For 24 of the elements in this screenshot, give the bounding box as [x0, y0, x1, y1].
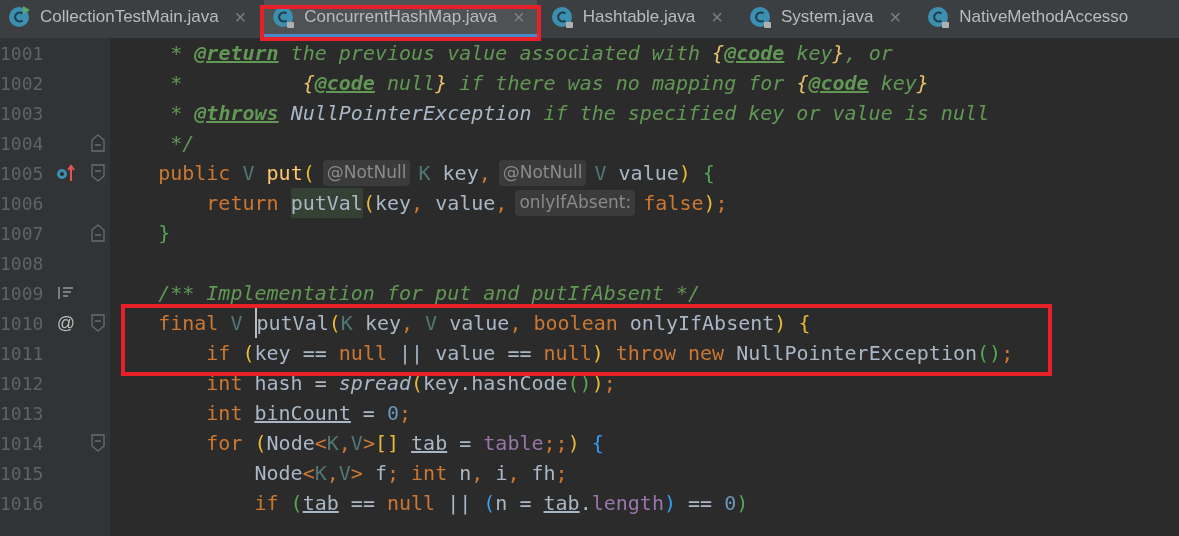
code-line: Node<K,V> f; int n, i, fh; [253, 460, 568, 487]
fold-icon[interactable] [91, 164, 105, 182]
code-line: if (tab == null || (n = tab.length) == 0) [253, 490, 749, 517]
code-line: if (key == null || value == null) throw new NullPointerException(); [205, 340, 1014, 367]
implementation-marker[interactable]: @ [56, 309, 76, 337]
code-line: */ [169, 130, 195, 157]
fold-icon[interactable] [91, 314, 105, 332]
code-line: public V put( @NotNull K key, @NotNull V value) { [157, 159, 715, 188]
code-line: } [157, 220, 171, 247]
class-icon [748, 5, 773, 29]
class-icon [550, 5, 575, 29]
documentation-icon[interactable] [58, 285, 74, 301]
code-line: * {@code null} if there was no mapping for {@code key} [169, 70, 929, 97]
override-icon[interactable] [56, 164, 76, 182]
code-line: int binCount = 0; [205, 400, 412, 427]
class-icon [927, 5, 952, 29]
code-line: for (Node<K,V>[] tab = table;;) { [205, 430, 604, 457]
fold-icon[interactable] [91, 434, 105, 452]
class-icon [8, 5, 32, 29]
code-line: return putVal(key, value, onlyIfAbsent: false); [110, 188, 728, 218]
code-line: * @return the previous value associated with {@code key}, or [169, 40, 893, 67]
code-line: * @throws NullPointerException if the specified key or value is null [169, 100, 990, 127]
code-line: /** Implementation for put and putIfAbsent */ [157, 280, 700, 307]
code-line: final V putVal(K key, V value, boolean onlyIfAbsent) { [110, 308, 811, 338]
